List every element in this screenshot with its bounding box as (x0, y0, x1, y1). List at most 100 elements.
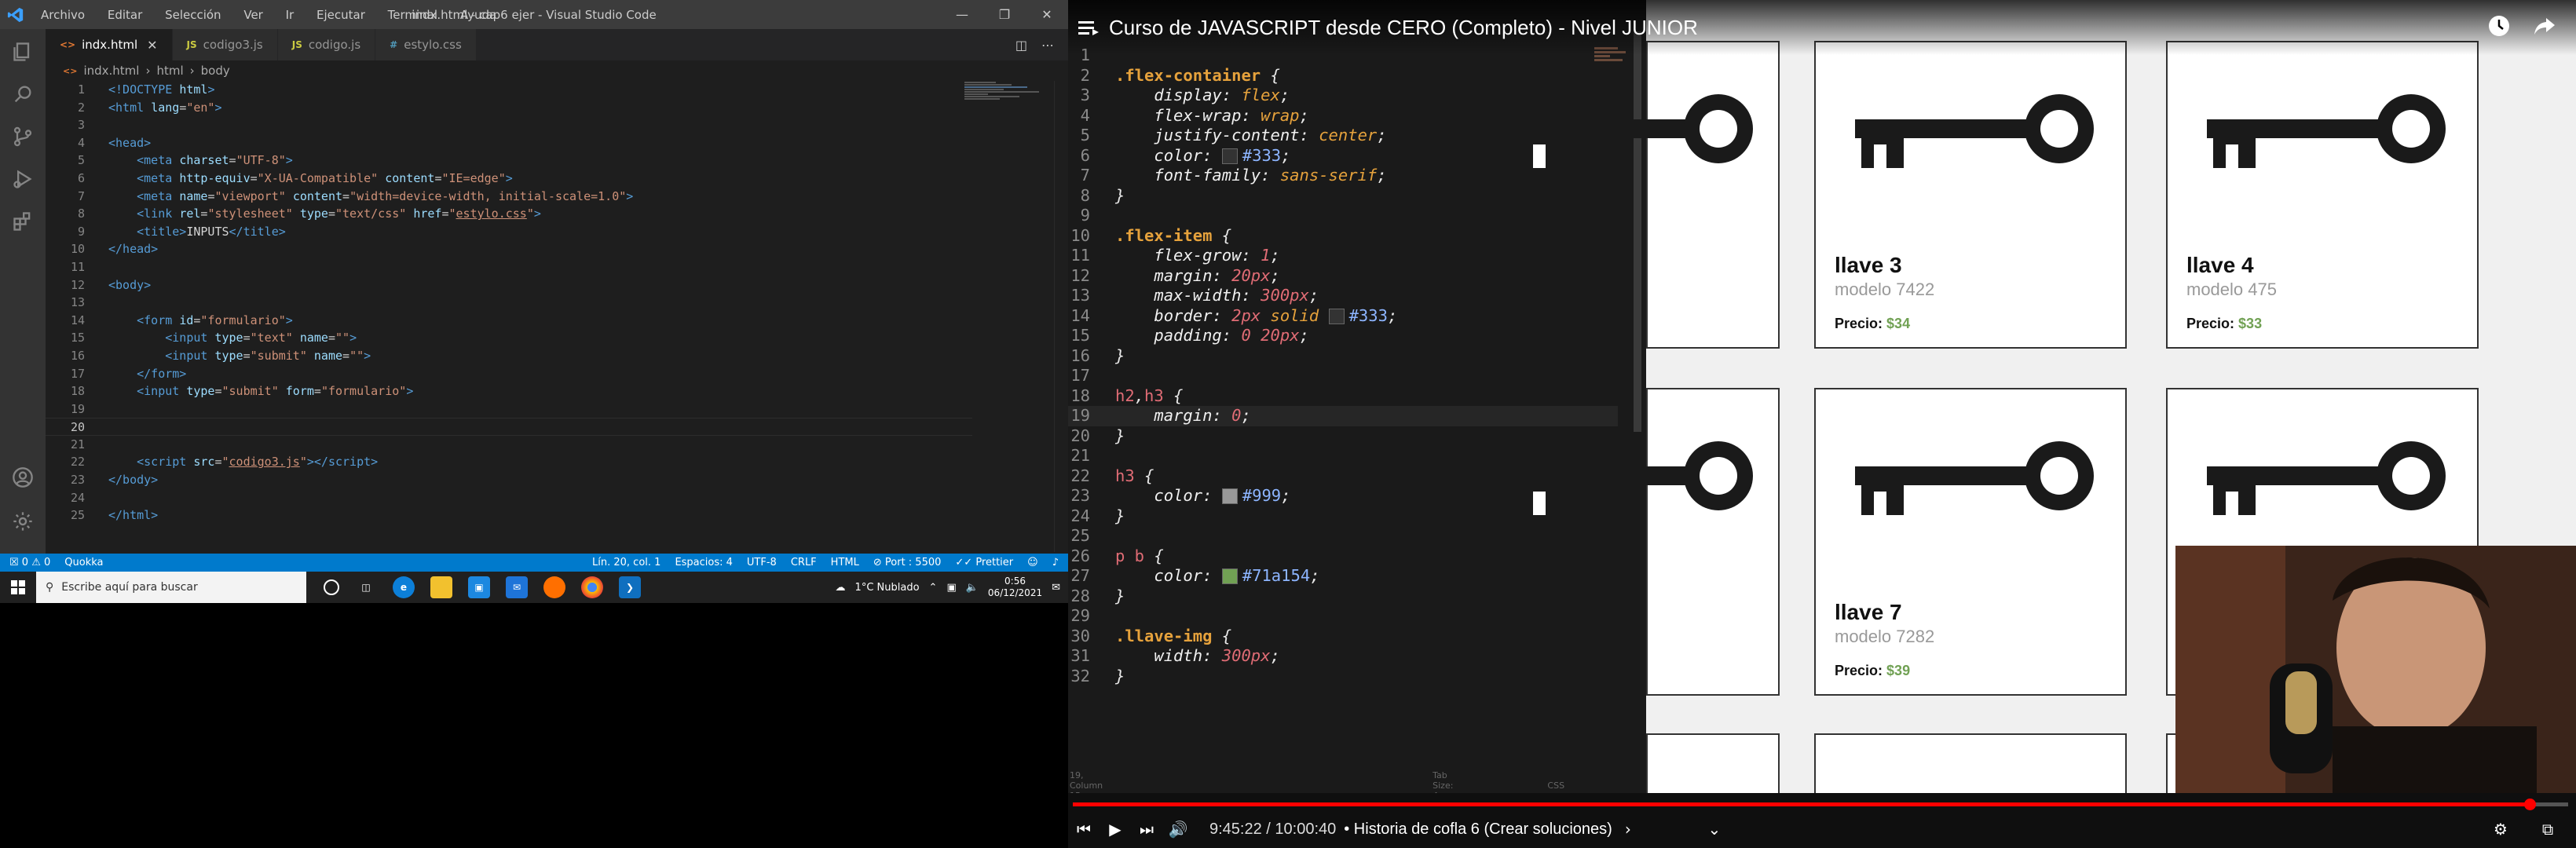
line-number: 1 (77, 82, 85, 97)
cortana-icon[interactable] (324, 579, 339, 595)
task-view-icon[interactable]: ◫ (355, 576, 377, 598)
breadcrumb-file[interactable]: indx.html (83, 64, 139, 78)
video-editor-status: 19, Column 15 Tab Size: 4 CSS (1068, 770, 1646, 801)
playlist-menu-icon[interactable] (1068, 0, 1109, 55)
progress-scrubber[interactable] (2524, 799, 2537, 810)
settings-gear-icon[interactable]: ⚙ (2485, 813, 2516, 845)
quokka-status[interactable]: Quokka (64, 557, 103, 568)
windows-start-icon[interactable] (0, 572, 36, 603)
video-progress-bar[interactable] (1073, 799, 2568, 810)
tab-codigo-js[interactable]: JS codigo.js (277, 29, 376, 60)
tab-codigo3-js[interactable]: JS codigo3.js (172, 29, 278, 60)
more-actions-icon[interactable]: ⋯ (1041, 38, 1054, 53)
live-server-port[interactable]: ⊘ Port : 5500 (873, 557, 942, 568)
chapter-chevron-icon[interactable]: › (1612, 813, 1644, 845)
menu-ejecutar[interactable]: Ejecutar (317, 8, 365, 22)
share-icon[interactable] (2534, 15, 2556, 40)
breadcrumb-html[interactable]: html (156, 64, 183, 78)
code-editor[interactable]: 1 <!DOCTYPE html> 2 <html lang="en"> 3 4 <h… (46, 81, 972, 552)
html-file-icon: <> (60, 39, 76, 50)
code-line: 25 </html> (46, 506, 972, 525)
video-time: 9:45:22 / 10:00:40 (1209, 820, 1337, 838)
video-title[interactable]: Curso de JAVASCRIPT desde CERO (Completo… (1109, 16, 1698, 40)
line-ending[interactable]: CRLF (791, 557, 817, 568)
account-icon[interactable] (11, 466, 35, 489)
chrome-icon[interactable] (581, 576, 603, 598)
close-icon[interactable]: ✕ (1026, 0, 1068, 29)
vertical-scrollbar[interactable] (1054, 81, 1065, 552)
menu-editar[interactable]: Editar (108, 8, 142, 22)
tray-chevron-up-icon[interactable]: ⌃ (929, 582, 938, 594)
editor-tabs: <> indx.html ✕ JS codigo3.js JS codigo.j… (46, 29, 1068, 60)
taskbar-clock[interactable]: 0:56 06/12/2021 (988, 576, 1042, 599)
edge-icon[interactable]: e (393, 576, 415, 598)
breadcrumb-body[interactable]: body (201, 64, 230, 78)
code-line: 18 <input type="submit" form="formulario… (46, 382, 972, 400)
explorer-icon[interactable] (11, 40, 35, 64)
expand-chevron-down-icon[interactable]: ⌄ (1699, 813, 1730, 845)
video-player[interactable]: 1 2 .flex-container { 3 display: flex; 4 … (1068, 0, 2576, 848)
cursor-position[interactable]: Lín. 20, col. 1 (592, 557, 660, 568)
volume-icon[interactable]: 🔊 (1162, 813, 1194, 845)
taskbar-search-box[interactable]: ⚲ Escribe aquí para buscar (36, 572, 306, 603)
menu-ir[interactable]: Ir (286, 8, 295, 22)
play-icon[interactable]: ▶ (1100, 813, 1131, 845)
menu-ayuda[interactable]: Ayuda (460, 8, 496, 22)
minimize-icon[interactable]: — (941, 0, 983, 29)
video-chapter[interactable]: • Historia de cofla 6 (Crear soluciones) (1344, 821, 1612, 839)
notifications-bell-icon[interactable]: ♪ (1052, 557, 1059, 568)
line-number: 13 (70, 295, 85, 310)
search-icon[interactable] (11, 82, 35, 106)
problems-indicator[interactable]: ☒ 0 ⚠ 0 (9, 557, 50, 568)
run-debug-icon[interactable] (11, 167, 35, 191)
menu-seleccion[interactable]: Selección (165, 8, 221, 22)
line-number: 14 (70, 313, 85, 327)
line-number: 3 (77, 118, 85, 133)
tab-close-icon[interactable]: ✕ (147, 38, 157, 53)
prettier-status[interactable]: ✓✓ Prettier (955, 557, 1013, 568)
previous-icon[interactable]: ⏮ (1068, 813, 1100, 845)
menu-archivo[interactable]: Archivo (41, 8, 85, 22)
source-control-icon[interactable] (11, 125, 35, 148)
key-card (1646, 733, 1780, 796)
indentation[interactable]: Espacios: 4 (675, 557, 732, 568)
code-line: 1 <!DOCTYPE html> (46, 81, 972, 99)
line-number: 12 (70, 277, 85, 292)
menu-terminal[interactable]: Terminal (388, 8, 437, 22)
line-number: 8 (77, 207, 85, 221)
exit-fullscreen-icon[interactable]: ⧉ (2532, 813, 2563, 845)
watch-later-clock-icon[interactable] (2488, 15, 2510, 40)
key-name: llave 7 (1835, 600, 1902, 624)
key-card-llave-4: llave 4 modelo 475 Precio: $33 (2166, 41, 2479, 349)
weather-text[interactable]: 1°C Nublado (855, 582, 920, 594)
store-icon[interactable]: ▣ (468, 576, 490, 598)
key-image (2207, 94, 2446, 168)
tab-estylo-css[interactable]: # estylo.css (375, 29, 477, 60)
css-file-icon: # (390, 39, 398, 50)
volume-icon[interactable]: 🔈 (966, 582, 979, 594)
color-swatch (1221, 568, 1238, 584)
feedback-icon[interactable]: ☺ (1027, 557, 1038, 568)
encoding[interactable]: UTF-8 (747, 557, 777, 568)
settings-gear-icon[interactable] (11, 510, 35, 533)
tab-indx-html[interactable]: <> indx.html ✕ (46, 29, 173, 60)
code-line: 2 <html lang="en"> (46, 99, 972, 117)
code-line: 17 </form> (46, 365, 972, 383)
restore-icon[interactable]: ❐ (983, 0, 1026, 29)
split-editor-icon[interactable]: ◫ (1015, 38, 1027, 53)
mail-icon[interactable]: ✉ (506, 576, 528, 598)
minimap[interactable] (964, 81, 1051, 128)
weather-cloud-icon[interactable]: ☁ (836, 582, 846, 594)
key-image (1514, 94, 1753, 168)
file-explorer-icon[interactable] (430, 576, 452, 598)
menu-ver[interactable]: Ver (243, 8, 263, 22)
network-icon[interactable]: ▣ (946, 582, 956, 594)
extensions-icon[interactable] (11, 210, 35, 233)
language-mode[interactable]: HTML (831, 557, 859, 568)
firefox-icon[interactable] (543, 576, 565, 598)
notification-center-icon[interactable]: ✉ (1052, 582, 1060, 594)
key-image (1855, 441, 2094, 515)
next-icon[interactable]: ⏭ (1131, 813, 1162, 845)
vscode-taskbar-icon[interactable]: ❯ (619, 576, 641, 598)
key-card (1514, 388, 1780, 696)
